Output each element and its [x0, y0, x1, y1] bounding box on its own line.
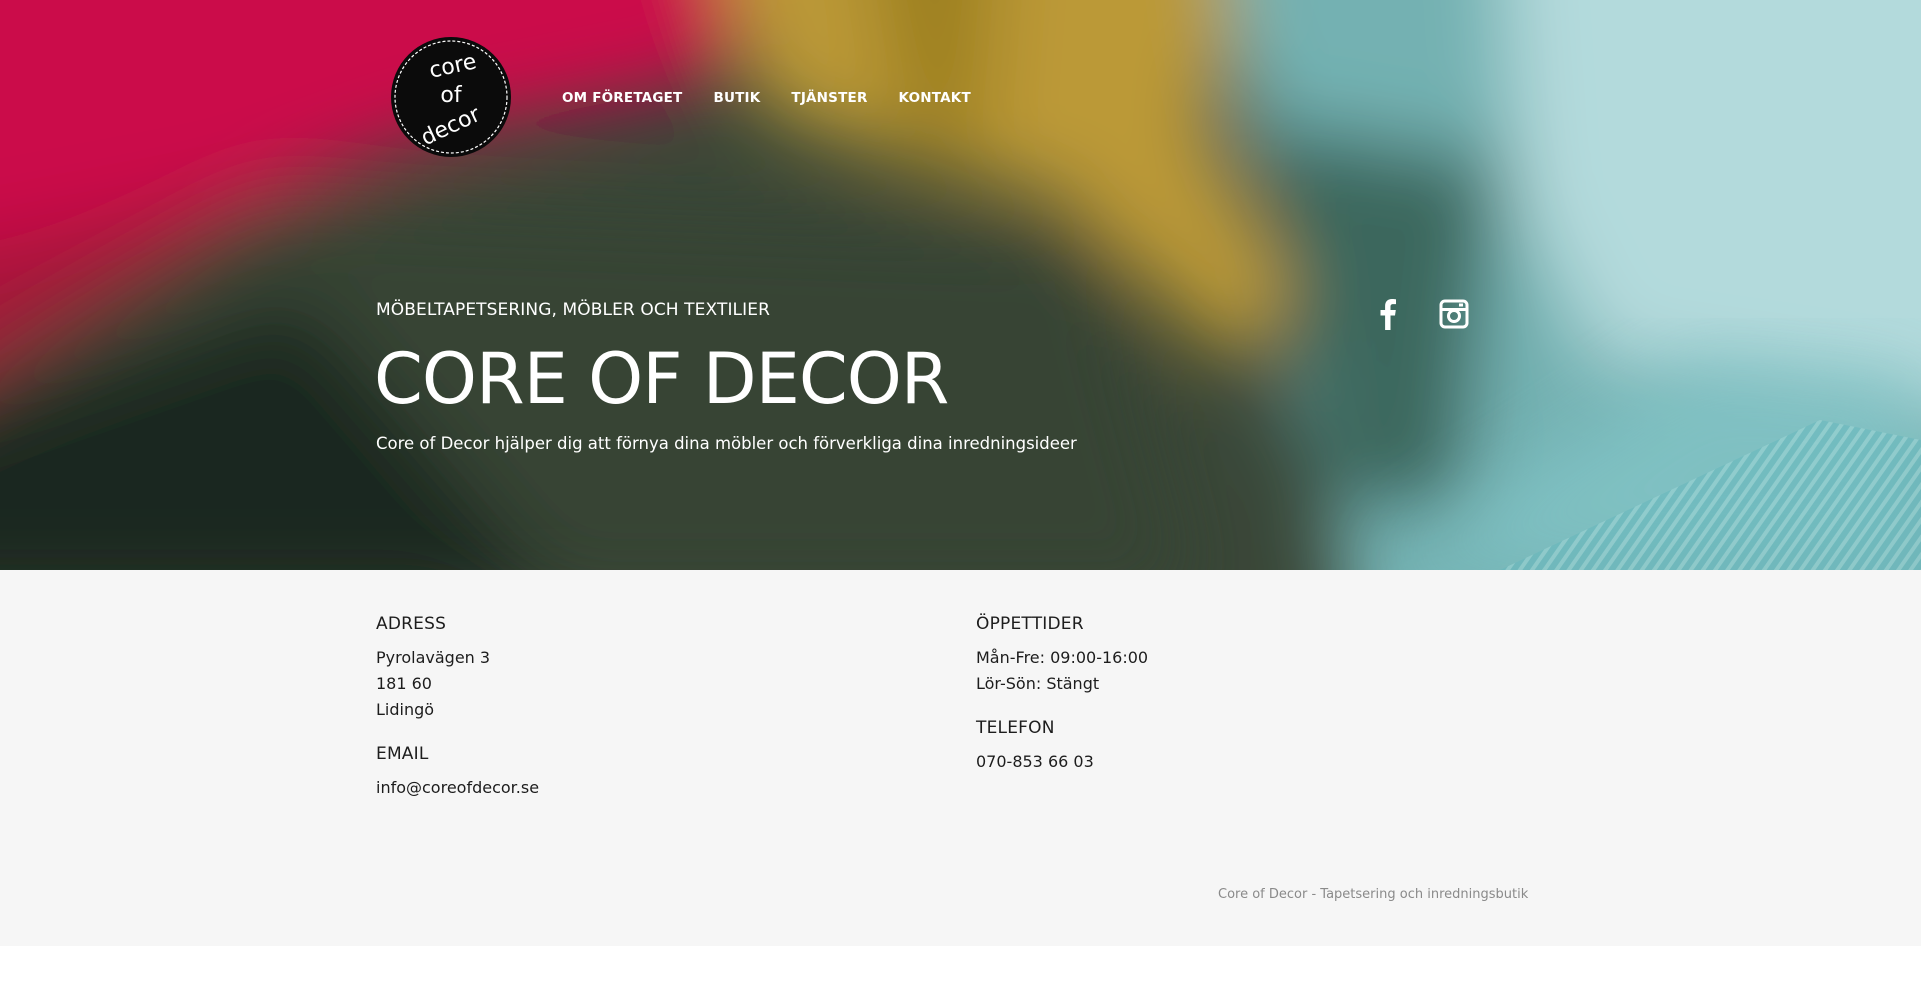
phone-number[interactable]: 070-853 66 03	[976, 749, 1148, 775]
address-zip: 181 60	[376, 674, 432, 693]
nav-kontakt[interactable]: KONTAKT	[899, 90, 971, 106]
contact-column-left: ADRESS Pyrolavägen 3 181 60 Lidingö EMAI…	[376, 613, 539, 821]
main-nav: OM FÖRETAGET BUTIK TJÄNSTER KONTAKT	[562, 90, 1002, 106]
hours-block: ÖPPETTIDER Mån-Fre: 09:00-16:00 Lör-Sön:…	[976, 613, 1148, 697]
address-heading: ADRESS	[376, 614, 447, 634]
logo-word-decor: decor	[417, 102, 485, 151]
facebook-icon	[1380, 299, 1396, 330]
email-heading: EMAIL	[376, 744, 429, 764]
hero-title: CORE OF DECOR	[374, 338, 949, 420]
instagram-link[interactable]	[1438, 296, 1470, 332]
phone-block: TELEFON 070-853 66 03	[976, 717, 1148, 775]
logo-word-of: of	[440, 83, 462, 108]
contact-column-right: ÖPPETTIDER Mån-Fre: 09:00-16:00 Lör-Sön:…	[976, 613, 1148, 795]
hours-heading: ÖPPETTIDER	[976, 614, 1084, 634]
hero-section: core of decor OM FÖRETAGET BUTIK TJÄNSTE…	[0, 0, 1921, 570]
logo-link[interactable]: core of decor	[391, 37, 511, 157]
address-street: Pyrolavägen 3	[376, 648, 491, 667]
logo-icon: core of decor	[394, 40, 508, 154]
nav-butik[interactable]: BUTIK	[713, 90, 760, 106]
hero-overlay	[0, 0, 1921, 570]
nav-tjanster[interactable]: TJÄNSTER	[791, 90, 867, 106]
email-block: EMAIL info@coreofdecor.se	[376, 743, 539, 801]
email-link[interactable]: info@coreofdecor.se	[376, 775, 539, 801]
hero-tagline: MÖBELTAPETSERING, MÖBLER OCH TEXTILIER	[376, 300, 770, 320]
address-block: ADRESS Pyrolavägen 3 181 60 Lidingö	[376, 613, 539, 723]
hours-weekend: Lör-Sön: Stängt	[976, 674, 1100, 693]
hours-weekdays: Mån-Fre: 09:00-16:00	[976, 648, 1149, 667]
footer-credit: Core of Decor - Tapetsering och inrednin…	[1218, 887, 1529, 902]
facebook-link[interactable]	[1372, 296, 1404, 332]
contact-info-section: ADRESS Pyrolavägen 3 181 60 Lidingö EMAI…	[0, 570, 1921, 946]
logo-word-core: core	[427, 49, 479, 83]
address-city: Lidingö	[376, 700, 435, 719]
instagram-icon	[1439, 299, 1469, 329]
hero-description: Core of Decor hjälper dig att förnya din…	[376, 434, 1077, 453]
phone-heading: TELEFON	[976, 718, 1055, 738]
social-links	[1372, 296, 1470, 332]
nav-om-foretaget[interactable]: OM FÖRETAGET	[562, 90, 682, 106]
